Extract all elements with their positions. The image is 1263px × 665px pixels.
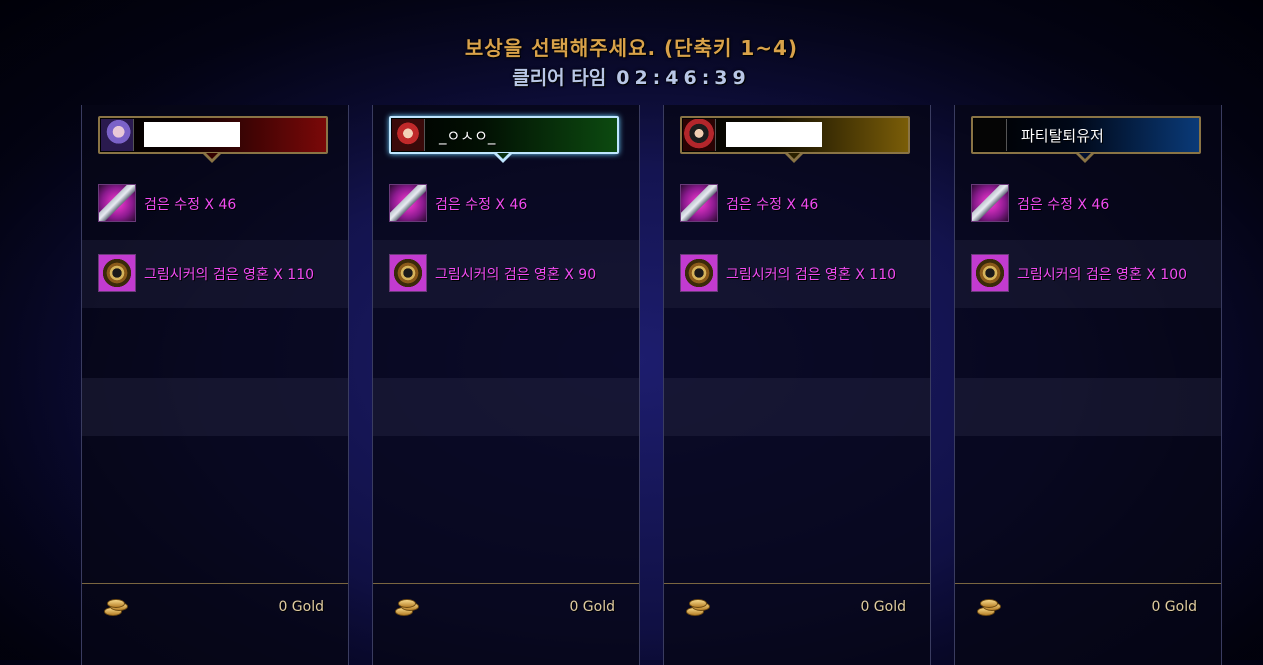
reward-item: 검은 수정 X 46: [373, 170, 639, 238]
namebar-pointer-icon: [1076, 153, 1094, 163]
reward-item-label: 검은 수정 X 46: [726, 197, 819, 213]
player-namebar: [98, 116, 328, 154]
gold-coins-icon: [686, 599, 710, 616]
empty-slot: [664, 378, 930, 436]
reward-card-2[interactable]: _ㅇㅅㅇ_ 검은 수정 X 46 그림시커의 검은 영혼 X 90 0 Gold: [372, 105, 640, 665]
reward-item: 그림시커의 검은 영혼 X 110: [82, 240, 348, 308]
player-namebar: 파티탈퇴유저: [971, 116, 1201, 154]
player-avatar: [683, 119, 716, 151]
black-crystal-icon: [389, 184, 427, 222]
grim-seeker-soul-icon: [389, 254, 427, 292]
divider: [664, 583, 930, 584]
namebar-pointer-icon: [785, 153, 803, 163]
reward-item: 검은 수정 X 46: [955, 170, 1221, 238]
player-avatar: [974, 119, 1007, 151]
empty-slot: [373, 378, 639, 436]
player-avatar: [101, 119, 134, 151]
player-namebar: [680, 116, 910, 154]
empty-slot: [82, 378, 348, 436]
empty-slot: [955, 378, 1221, 436]
empty-slot: [82, 308, 348, 378]
reward-item-label: 검은 수정 X 46: [435, 197, 528, 213]
grim-seeker-soul-icon: [971, 254, 1009, 292]
grim-seeker-soul-icon: [680, 254, 718, 292]
namebar-pointer-icon: [203, 153, 221, 163]
player-name: 파티탈퇴유저: [1021, 127, 1104, 145]
empty-slot: [955, 308, 1221, 378]
divider: [955, 583, 1221, 584]
divider: [82, 583, 348, 584]
empty-slot: [373, 308, 639, 378]
reward-item: 그림시커의 검은 영혼 X 100: [955, 240, 1221, 308]
gold-amount: 0 Gold: [278, 599, 324, 615]
player-name: _ㅇㅅㅇ_: [439, 127, 496, 145]
reward-item: 검은 수정 X 46: [664, 170, 930, 238]
reward-card-3[interactable]: 검은 수정 X 46 그림시커의 검은 영혼 X 110 0 Gold: [663, 105, 931, 665]
clear-time-value: 02:46:39: [616, 67, 751, 89]
gold-amount: 0 Gold: [569, 599, 615, 615]
gold-coins-icon: [395, 599, 419, 616]
reward-header: 보상을 선택해주세요. (단축키 1~4) 클리어 타임 02:46:39: [0, 32, 1263, 90]
reward-item: 그림시커의 검은 영혼 X 90: [373, 240, 639, 308]
grim-seeker-soul-icon: [98, 254, 136, 292]
player-namebar: _ㅇㅅㅇ_: [389, 116, 619, 154]
reward-item-label: 그림시커의 검은 영혼 X 110: [726, 267, 897, 283]
gold-amount: 0 Gold: [860, 599, 906, 615]
reward-item-label: 그림시커의 검은 영혼 X 90: [435, 267, 597, 283]
namebar-pointer-icon: [494, 153, 512, 163]
reward-card-1[interactable]: 검은 수정 X 46 그림시커의 검은 영혼 X 110 0 Gold: [81, 105, 349, 665]
player-name-redacted: [726, 122, 822, 147]
empty-slot: [664, 308, 930, 378]
player-avatar: [392, 119, 425, 151]
gold-coins-icon: [977, 599, 1001, 616]
reward-item-label: 검은 수정 X 46: [144, 197, 237, 213]
divider: [373, 583, 639, 584]
reward-item: 그림시커의 검은 영혼 X 110: [664, 240, 930, 308]
reward-item-label: 그림시커의 검은 영혼 X 110: [144, 267, 315, 283]
black-crystal-icon: [971, 184, 1009, 222]
clear-time: 클리어 타임 02:46:39: [0, 63, 1263, 90]
clear-time-label: 클리어 타임: [512, 67, 607, 89]
reward-card-4[interactable]: 파티탈퇴유저 검은 수정 X 46 그림시커의 검은 영혼 X 100 0 Go…: [954, 105, 1222, 665]
black-crystal-icon: [680, 184, 718, 222]
reward-item-label: 그림시커의 검은 영혼 X 100: [1017, 267, 1188, 283]
black-crystal-icon: [98, 184, 136, 222]
reward-item: 검은 수정 X 46: [82, 170, 348, 238]
player-name-redacted: [144, 122, 240, 147]
gold-amount: 0 Gold: [1151, 599, 1197, 615]
gold-coins-icon: [104, 599, 128, 616]
reward-item-label: 검은 수정 X 46: [1017, 197, 1110, 213]
reward-title: 보상을 선택해주세요. (단축키 1~4): [464, 36, 799, 60]
